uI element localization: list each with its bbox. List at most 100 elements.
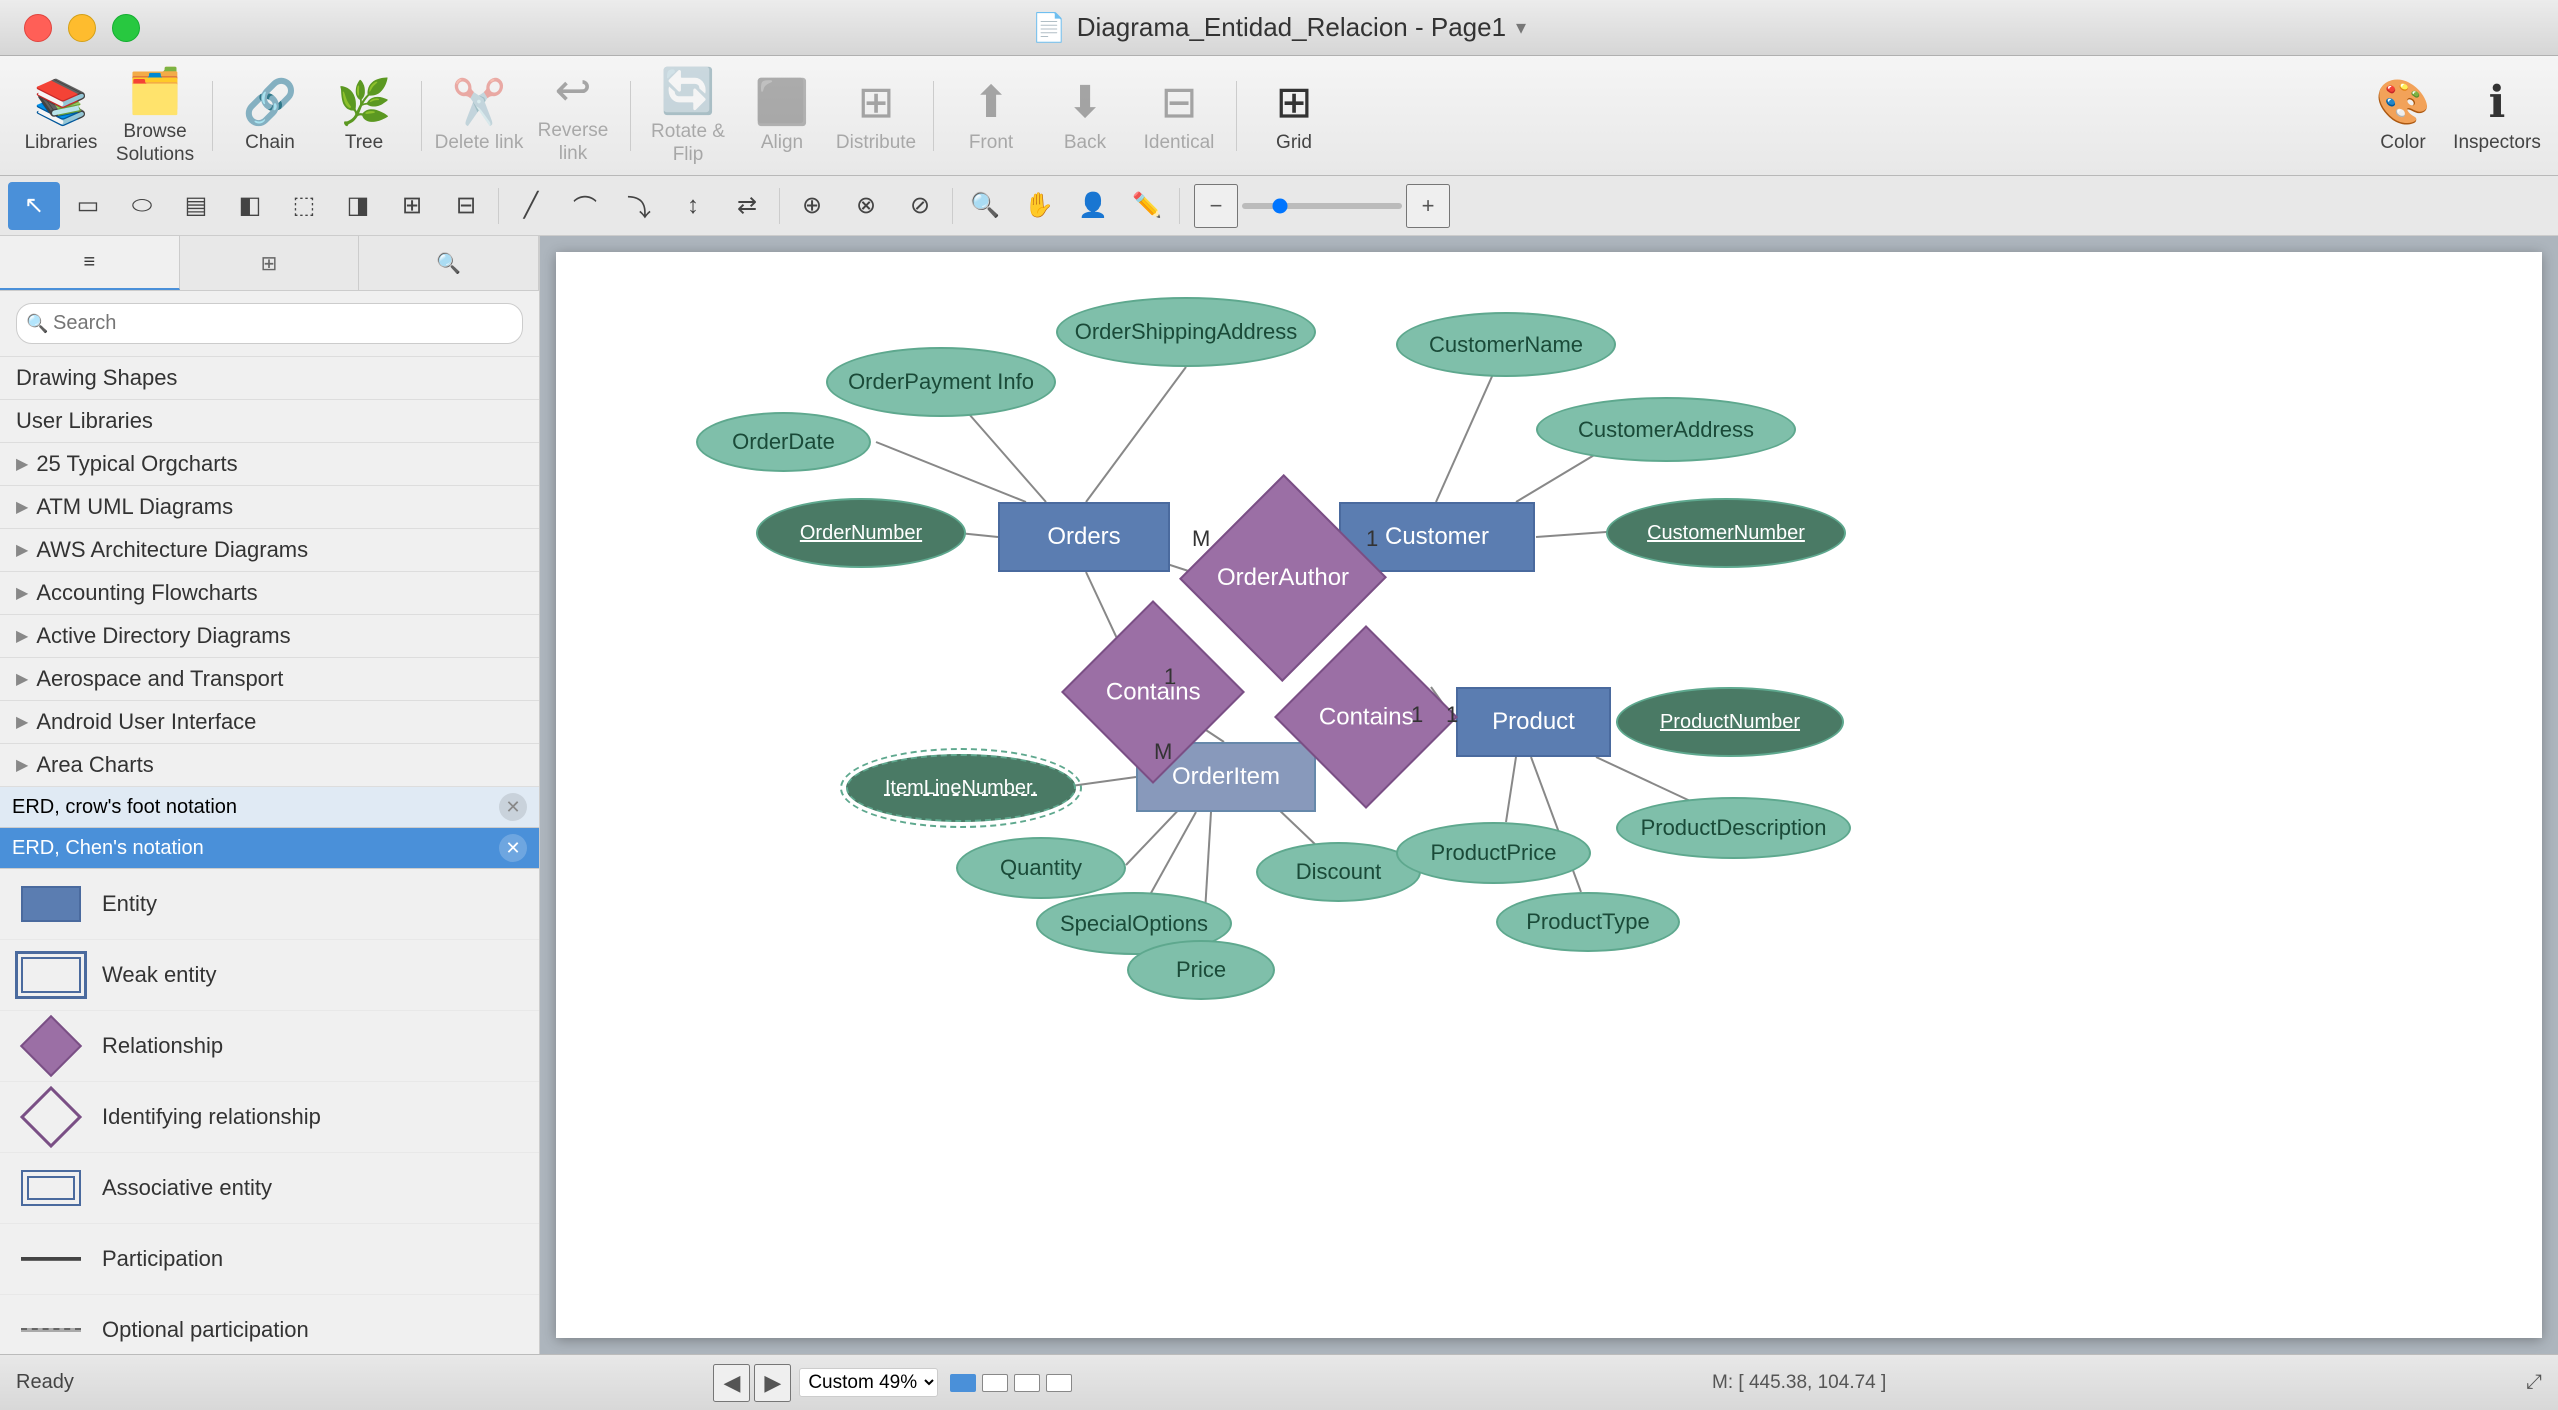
area-charts-arrow: ▶ [16, 755, 28, 775]
shape-item-optional-participation[interactable]: Optional participation [0, 1295, 539, 1354]
page-indicator-1[interactable] [950, 1374, 976, 1392]
line-tool-5[interactable]: ⇄ [721, 182, 773, 230]
attr-product-desc[interactable]: ProductDescription [1616, 797, 1851, 859]
shape-item-entity[interactable]: Entity [0, 869, 539, 940]
pen-tool[interactable]: ✏️ [1121, 182, 1173, 230]
entity-product[interactable]: Product [1456, 687, 1611, 757]
library-tag-chen[interactable]: ERD, Chen's notation ✕ [0, 828, 539, 869]
shape-tool-1[interactable]: ◧ [224, 182, 276, 230]
shape-item-relationship[interactable]: Relationship [0, 1011, 539, 1082]
rotate-flip-button[interactable]: 🔄 Rotate & Flip [643, 66, 733, 166]
attr-itemline-number[interactable]: ItemLineNumber. [846, 754, 1076, 822]
shape-item-weak-entity[interactable]: Weak entity [0, 940, 539, 1011]
zoom-out-button[interactable]: − [1194, 184, 1238, 228]
reverse-link-button[interactable]: ↩ Reverse link [528, 66, 618, 166]
reverse-link-label: Reverse link [528, 120, 618, 166]
canvas-area[interactable]: Orders Customer OrderItem Product OrderA… [540, 236, 2558, 1354]
ellipse-tool[interactable]: ⬭ [116, 182, 168, 230]
back-button[interactable]: ⬇ Back [1040, 66, 1130, 166]
sidebar: ≡ ⊞ 🔍 🔍 Drawing Shapes User Libraries ▶ … [0, 236, 540, 1354]
fit-to-page-button[interactable]: ⤢ [2526, 1371, 2542, 1394]
prev-page-button[interactable]: ◀ [713, 1364, 750, 1402]
page-indicator-2[interactable] [982, 1374, 1008, 1392]
shape-item-associative-entity[interactable]: Associative entity [0, 1153, 539, 1224]
maximize-button[interactable] [112, 14, 140, 42]
rotate-flip-icon: 🔄 [661, 65, 716, 117]
attr-customer-address[interactable]: CustomerAddress [1536, 397, 1796, 462]
zoom-out-tool[interactable]: 🔍 [959, 182, 1011, 230]
attr-product-type[interactable]: ProductType [1496, 892, 1680, 952]
sidebar-item-active-directory[interactable]: ▶ Active Directory Diagrams [0, 615, 539, 658]
attr-price[interactable]: Price [1127, 940, 1275, 1000]
grid-button[interactable]: ⊞ Grid [1249, 66, 1339, 166]
attr-product-price[interactable]: ProductPrice [1396, 822, 1591, 884]
line-tool-4[interactable]: ↕ [667, 182, 719, 230]
chen-close[interactable]: ✕ [499, 834, 527, 862]
shape-tool-3[interactable]: ◨ [332, 182, 384, 230]
minimize-button[interactable] [68, 14, 96, 42]
pan-tool[interactable]: ✋ [1013, 182, 1065, 230]
zoom-slider[interactable] [1242, 203, 1402, 209]
front-button[interactable]: ⬆ Front [946, 66, 1036, 166]
diagram-canvas[interactable]: Orders Customer OrderItem Product OrderA… [556, 252, 2542, 1338]
line-tool-3[interactable]: ⤵ [613, 182, 665, 230]
sidebar-item-user-libraries[interactable]: User Libraries [0, 400, 539, 443]
sidebar-item-orgcharts[interactable]: ▶ 25 Typical Orgcharts [0, 443, 539, 486]
attr-order-date[interactable]: OrderDate [696, 412, 871, 472]
group-tool-1[interactable]: ⊕ [786, 182, 838, 230]
sidebar-item-area-charts[interactable]: ▶ Area Charts [0, 744, 539, 787]
attr-customer-number[interactable]: CustomerNumber [1606, 498, 1846, 568]
attr-shipping-address[interactable]: OrderShippingAddress [1056, 297, 1316, 367]
rect-tool[interactable]: ▭ [62, 182, 114, 230]
title-dropdown-icon[interactable]: ▾ [1516, 15, 1526, 40]
align-button[interactable]: ⬛ Align [737, 66, 827, 166]
next-page-button[interactable]: ▶ [754, 1364, 791, 1402]
text-tool[interactable]: ▤ [170, 182, 222, 230]
shape-tool-2[interactable]: ⬚ [278, 182, 330, 230]
attr-product-number[interactable]: ProductNumber [1616, 687, 1844, 757]
select-tool[interactable]: ↖ [8, 182, 60, 230]
sidebar-tab-search[interactable]: 🔍 [359, 236, 539, 290]
chain-button[interactable]: 🔗 Chain [225, 66, 315, 166]
color-button[interactable]: 🎨 Color [2358, 66, 2448, 166]
attr-order-number[interactable]: OrderNumber [756, 498, 966, 568]
sidebar-item-android[interactable]: ▶ Android User Interface [0, 701, 539, 744]
line-tool-1[interactable]: ╱ [505, 182, 557, 230]
group-tool-2[interactable]: ⊗ [840, 182, 892, 230]
delete-link-button[interactable]: ✂️ Delete link [434, 66, 524, 166]
group-tool-3[interactable]: ⊘ [894, 182, 946, 230]
accounting-label: Accounting Flowcharts [36, 580, 257, 606]
shape-item-participation[interactable]: Participation [0, 1224, 539, 1295]
sidebar-item-drawing-shapes[interactable]: Drawing Shapes [0, 357, 539, 400]
browse-solutions-button[interactable]: 🗂️ Browse Solutions [110, 66, 200, 166]
attr-payment-info[interactable]: OrderPayment Info [826, 347, 1056, 417]
sidebar-item-aerospace[interactable]: ▶ Aerospace and Transport [0, 658, 539, 701]
aerospace-arrow: ▶ [16, 669, 28, 689]
sidebar-tab-list[interactable]: ≡ [0, 236, 180, 290]
page-indicator-4[interactable] [1046, 1374, 1072, 1392]
user-tool[interactable]: 👤 [1067, 182, 1119, 230]
identical-button[interactable]: ⊟ Identical [1134, 66, 1224, 166]
sidebar-item-atm-uml[interactable]: ▶ ATM UML Diagrams [0, 486, 539, 529]
attr-quantity[interactable]: Quantity [956, 837, 1126, 899]
shape-item-identifying-relationship[interactable]: Identifying relationship [0, 1082, 539, 1153]
sidebar-item-accounting[interactable]: ▶ Accounting Flowcharts [0, 572, 539, 615]
inspectors-button[interactable]: ℹ Inspectors [2452, 66, 2542, 166]
zoom-select[interactable]: Custom 49% 25% 50% 75% 100% 150% 200% [799, 1368, 938, 1397]
distribute-button[interactable]: ⊞ Distribute [831, 66, 921, 166]
shape-tool-4[interactable]: ⊞ [386, 182, 438, 230]
search-input[interactable] [16, 303, 523, 344]
close-button[interactable] [24, 14, 52, 42]
library-tag-crow-foot[interactable]: ERD, crow's foot notation ✕ [0, 787, 539, 828]
sidebar-item-aws[interactable]: ▶ AWS Architecture Diagrams [0, 529, 539, 572]
crow-foot-close[interactable]: ✕ [499, 793, 527, 821]
zoom-in-button[interactable]: + [1406, 184, 1450, 228]
page-indicator-3[interactable] [1014, 1374, 1040, 1392]
sidebar-tab-grid[interactable]: ⊞ [180, 236, 360, 290]
shape-tool-5[interactable]: ⊟ [440, 182, 492, 230]
libraries-button[interactable]: 📚 Libraries [16, 66, 106, 166]
tree-button[interactable]: 🌿 Tree [319, 66, 409, 166]
entity-orders[interactable]: Orders [998, 502, 1170, 572]
attr-customer-name[interactable]: CustomerName [1396, 312, 1616, 377]
line-tool-2[interactable]: ⌒ [559, 182, 611, 230]
